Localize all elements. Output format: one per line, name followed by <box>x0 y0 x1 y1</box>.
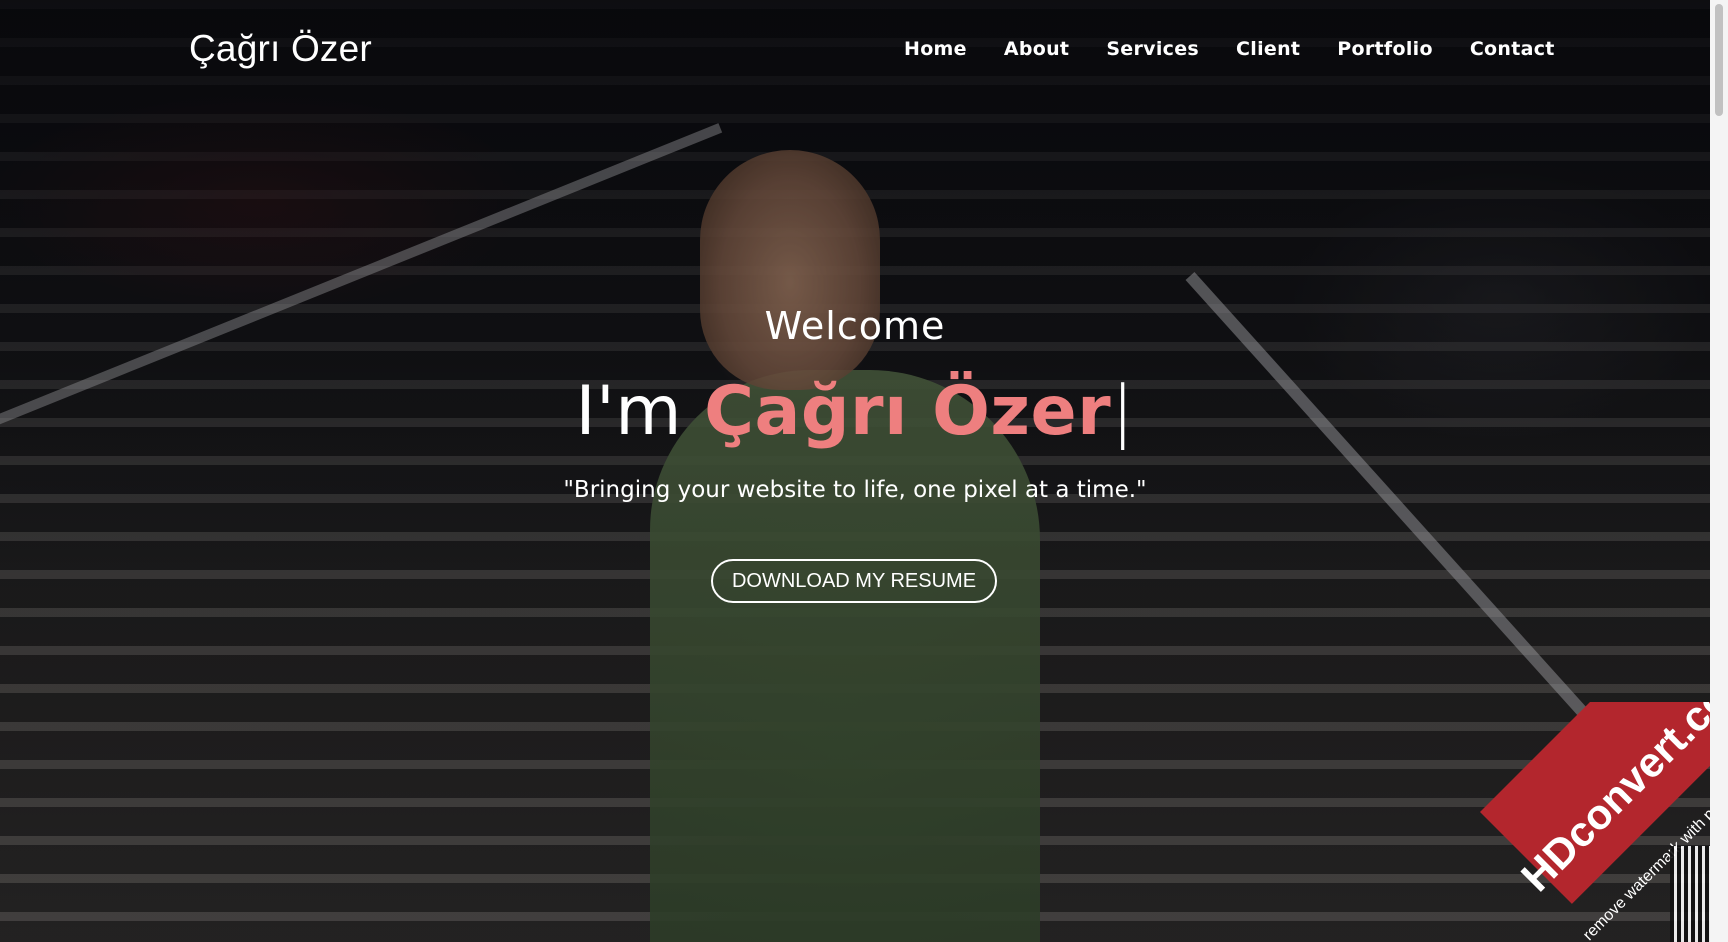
scrollbar-thumb[interactable] <box>1715 4 1723 116</box>
typing-cursor: | <box>1111 372 1135 451</box>
watermark: HDconvert.co remove watermark with p <box>1470 702 1710 942</box>
page-scrollbar[interactable] <box>1710 0 1728 942</box>
download-resume-button[interactable]: DOWNLOAD MY RESUME <box>711 559 997 603</box>
hero-overlay <box>0 0 1728 942</box>
nav-link-portfolio[interactable]: Portfolio <box>1337 38 1433 60</box>
nav-link-client[interactable]: Client <box>1236 38 1300 60</box>
hero-tagline: "Bringing your website to life, one pixe… <box>563 477 1147 503</box>
hero-headline: I'm Çağrı Özer| <box>0 372 1710 451</box>
site-logo[interactable]: Çağrı Özer <box>189 28 372 70</box>
qr-code-icon <box>1670 846 1710 942</box>
headline-intro: I'm <box>575 372 705 451</box>
nav-link-contact[interactable]: Contact <box>1470 38 1555 60</box>
nav-links: Home About Services Client Portfolio Con… <box>904 38 1555 60</box>
hero-section: Çağrı Özer Home About Services Client Po… <box>0 0 1728 942</box>
welcome-heading: Welcome <box>764 304 946 348</box>
navbar: Çağrı Özer Home About Services Client Po… <box>0 0 1710 104</box>
headline-name: Çağrı Özer <box>704 372 1112 451</box>
nav-link-services[interactable]: Services <box>1106 38 1199 60</box>
nav-link-about[interactable]: About <box>1004 38 1069 60</box>
nav-link-home[interactable]: Home <box>904 38 967 60</box>
